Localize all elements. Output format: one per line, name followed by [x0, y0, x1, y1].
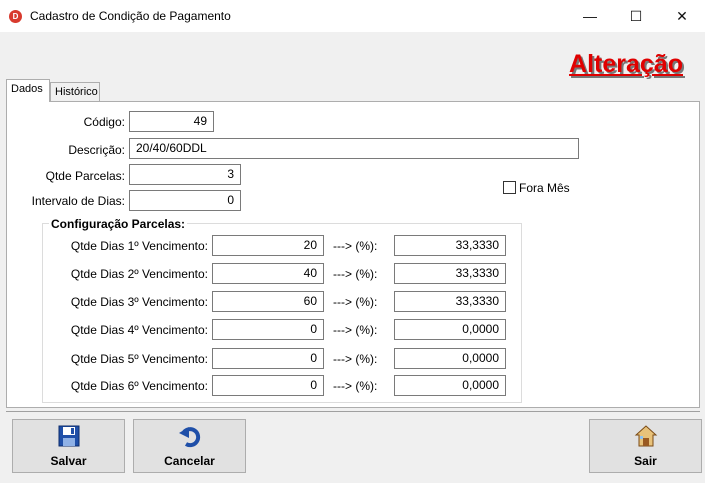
- vencimento-percent-input[interactable]: 0,0000: [394, 348, 506, 369]
- minimize-button[interactable]: —: [567, 0, 613, 32]
- vencimento-dias-input[interactable]: 20: [212, 235, 324, 256]
- vencimento-percent-input[interactable]: 33,3330: [394, 263, 506, 284]
- vencimento-label: Qtde Dias 5º Vencimento:: [70, 352, 208, 366]
- descricao-input[interactable]: 20/40/60DDL: [129, 138, 579, 159]
- percent-arrow-label: ---> (%):: [333, 323, 378, 337]
- percent-arrow-label: ---> (%):: [333, 295, 378, 309]
- codigo-input[interactable]: 49: [129, 111, 214, 132]
- vencimento-dias-input[interactable]: 0: [212, 348, 324, 369]
- close-button[interactable]: ✕: [659, 0, 705, 32]
- salvar-button[interactable]: Salvar: [12, 419, 125, 473]
- sair-label: Sair: [634, 454, 657, 468]
- house-icon: [634, 425, 657, 447]
- percent-arrow-label: ---> (%):: [333, 379, 378, 393]
- vencimento-label: Qtde Dias 4º Vencimento:: [70, 323, 208, 337]
- tab-historico[interactable]: Histórico: [50, 82, 100, 101]
- vencimento-dias-input[interactable]: 0: [212, 319, 324, 340]
- percent-arrow-label: ---> (%):: [333, 352, 378, 366]
- descricao-label: Descrição:: [68, 143, 125, 157]
- cancelar-button[interactable]: Cancelar: [133, 419, 246, 473]
- vencimento-dias-input[interactable]: 60: [212, 291, 324, 312]
- qtde-parcelas-input[interactable]: 3: [129, 164, 241, 185]
- undo-arrow-icon: [178, 427, 200, 448]
- vencimento-label: Qtde Dias 2º Vencimento:: [70, 267, 208, 281]
- vencimento-label: Qtde Dias 1º Vencimento:: [70, 239, 208, 253]
- qtde-parcelas-label: Qtde Parcelas:: [45, 169, 125, 183]
- configuracao-parcelas-title: Configuração Parcelas:: [49, 217, 188, 231]
- mode-title: Alteração: [569, 50, 683, 78]
- intervalo-dias-label: Intervalo de Dias:: [31, 194, 125, 208]
- fora-mes-label: Fora Mês: [519, 181, 570, 195]
- cancelar-label: Cancelar: [164, 454, 215, 468]
- vencimento-dias-input[interactable]: 40: [212, 263, 324, 284]
- app-icon: D: [9, 10, 22, 23]
- tab-dados[interactable]: Dados: [6, 79, 50, 102]
- vencimento-percent-input[interactable]: 0,0000: [394, 319, 506, 340]
- intervalo-dias-input[interactable]: 0: [129, 190, 241, 211]
- vencimento-label: Qtde Dias 6º Vencimento:: [70, 379, 208, 393]
- salvar-label: Salvar: [50, 454, 87, 468]
- maximize-button[interactable]: ☐: [613, 0, 659, 32]
- window-title: Cadastro de Condição de Pagamento: [30, 9, 231, 23]
- separator: [6, 411, 700, 412]
- vencimento-dias-input[interactable]: 0: [212, 375, 324, 396]
- vencimento-label: Qtde Dias 3º Vencimento:: [70, 295, 208, 309]
- vencimento-percent-input[interactable]: 0,0000: [394, 375, 506, 396]
- vencimento-percent-input[interactable]: 33,3330: [394, 291, 506, 312]
- fora-mes-checkbox[interactable]: [503, 181, 516, 194]
- vencimento-percent-input[interactable]: 33,3330: [394, 235, 506, 256]
- percent-arrow-label: ---> (%):: [333, 267, 378, 281]
- floppy-disk-icon: [58, 425, 79, 447]
- codigo-label: Código:: [83, 115, 125, 129]
- percent-arrow-label: ---> (%):: [333, 239, 378, 253]
- sair-button[interactable]: Sair: [589, 419, 702, 473]
